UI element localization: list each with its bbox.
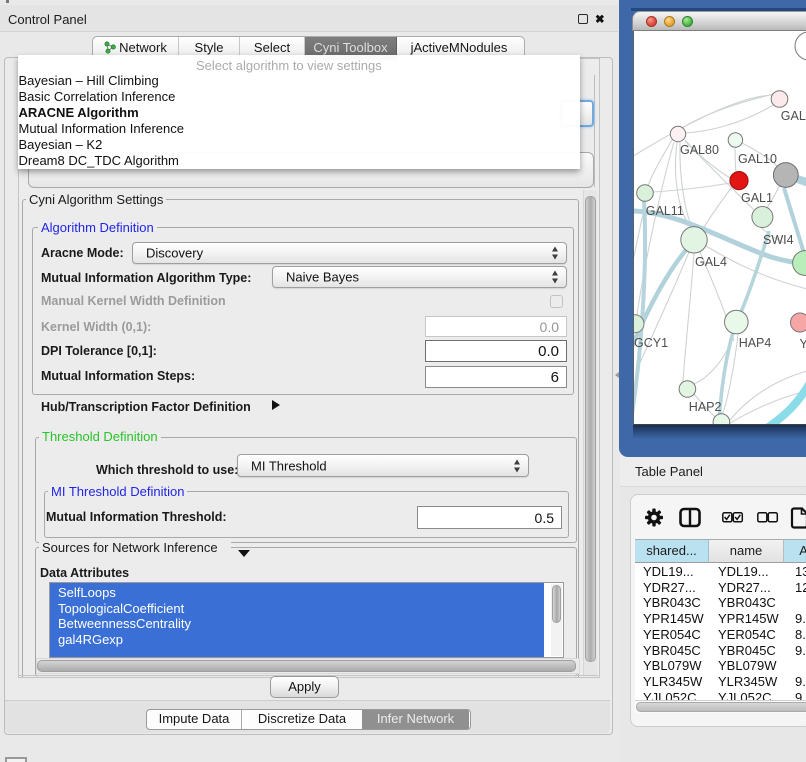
svg-text:SWI4: SWI4 [763,233,794,247]
svg-text:GAL11: GAL11 [646,204,684,218]
svg-text:GAL10: GAL10 [738,152,777,166]
svg-text:GAL4: GAL4 [695,255,727,269]
svg-text:HAP4: HAP4 [739,336,772,350]
svg-text:GAL80: GAL80 [680,143,719,157]
svg-text:GAL1: GAL1 [741,191,773,205]
svg-text:Y: Y [800,337,806,351]
svg-text:GAL7: GAL7 [781,109,806,123]
svg-text:GCY1: GCY1 [634,336,668,350]
svg-text:HAP2: HAP2 [689,400,722,414]
